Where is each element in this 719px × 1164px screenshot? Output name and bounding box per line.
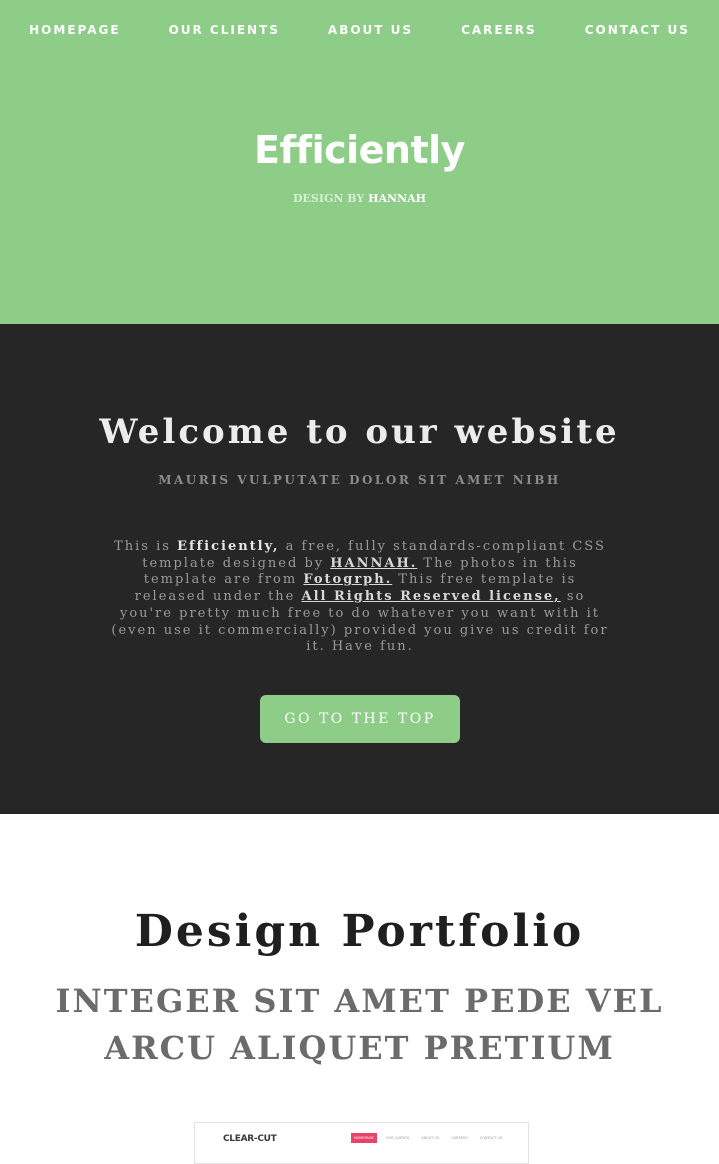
site-title: Efficiently: [254, 128, 465, 172]
body-text-1: This is: [114, 539, 178, 554]
design-credit: DESIGN BY HANNAH: [0, 192, 719, 205]
portfolio-title: Design Portfolio: [134, 906, 585, 957]
thumbnail-tab: ABOUT US: [421, 1136, 440, 1140]
welcome-subtitle: MAURIS VULPUTATE DOLOR SIT AMET NIBH: [158, 473, 561, 487]
welcome-body: This is Efficiently, a free, fully stand…: [110, 539, 610, 656]
author-link[interactable]: HANNAH.: [330, 556, 417, 571]
license-link[interactable]: All Rights Reserved license,: [302, 589, 561, 604]
nav-contact-us[interactable]: CONTACT US: [585, 23, 690, 37]
nav-about-us[interactable]: ABOUT US: [328, 23, 413, 37]
nav-our-clients[interactable]: OUR CLIENTS: [169, 23, 280, 37]
body-brand: Efficiently,: [177, 539, 280, 554]
welcome-section: Welcome to our website MAURIS VULPUTATE …: [0, 324, 719, 814]
photos-link[interactable]: Fotogrph.: [303, 572, 392, 587]
portfolio-subtitle: INTEGER SIT AMET PEDE VEL ARCU ALIQUET P…: [55, 982, 664, 1067]
hero-header: HOMEPAGE OUR CLIENTS ABOUT US CAREERS CO…: [0, 0, 719, 324]
thumbnail-tab: HOMEPAGE: [351, 1133, 377, 1143]
thumbnail-tab: OUR CLIENTS: [385, 1136, 410, 1140]
thumbnail-nav: HOMEPAGE OUR CLIENTS ABOUT US CAREERS CO…: [351, 1133, 511, 1143]
welcome-title: Welcome to our website: [99, 412, 620, 452]
nav-careers[interactable]: CAREERS: [461, 23, 537, 37]
go-to-top-button[interactable]: GO TO THE TOP: [260, 695, 460, 743]
main-nav: HOMEPAGE OUR CLIENTS ABOUT US CAREERS CO…: [0, 0, 719, 60]
portfolio-section: Design Portfolio INTEGER SIT AMET PEDE V…: [0, 814, 719, 1164]
author-name: HANNAH: [368, 192, 427, 205]
thumbnail-brand: CLEAR-CUT: [223, 1134, 277, 1144]
portfolio-thumbnail[interactable]: CLEAR-CUT HOMEPAGE OUR CLIENTS ABOUT US …: [194, 1122, 529, 1164]
design-by-label: DESIGN BY: [292, 192, 365, 205]
thumbnail-tab: CONTACT US: [479, 1136, 503, 1140]
thumbnail-tab: CAREERS: [451, 1136, 468, 1140]
nav-homepage[interactable]: HOMEPAGE: [29, 23, 120, 37]
